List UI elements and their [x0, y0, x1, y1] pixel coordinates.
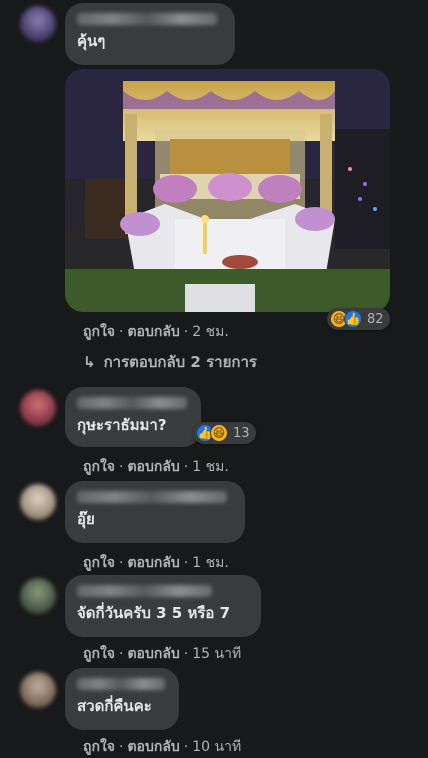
reaction-badge[interactable]: 👍 😆 13 [193, 422, 256, 444]
separator: · [183, 739, 189, 755]
comment-text: จัดกี่วันครับ 3 5 หรือ 7 [77, 604, 231, 622]
avatar[interactable] [20, 672, 56, 708]
comment-photo[interactable] [65, 69, 390, 312]
separator: · [183, 459, 189, 475]
separator: · [119, 739, 124, 755]
reply-button[interactable]: ตอบกลับ [127, 459, 179, 475]
avatar[interactable] [20, 578, 56, 614]
comment-bubble: กุษะราธัมมา? [65, 387, 201, 447]
comment-actions: ถูกใจ · ตอบกลับ · 15 นาที [83, 643, 241, 665]
commenter-name-blurred[interactable] [77, 397, 187, 409]
reply-button[interactable]: ตอบกลับ [127, 324, 179, 340]
comment-text: สวดกี่คืนคะ [77, 697, 152, 715]
separator: · [119, 555, 124, 571]
reply-button[interactable]: ตอบกลับ [127, 646, 179, 662]
comment-text: กุษะราธัมมา? [77, 416, 167, 434]
view-replies-label: การตอบกลับ 2 รายการ [103, 353, 257, 371]
like-icon: 👍 [344, 310, 362, 328]
separator: · [119, 459, 124, 475]
comment-time[interactable]: 2 ชม. [192, 324, 229, 340]
comment-actions: ถูกใจ · ตอบกลับ · 1 ชม. [83, 552, 229, 574]
comment-bubble: จัดกี่วันครับ 3 5 หรือ 7 [65, 575, 261, 637]
avatar[interactable] [20, 390, 56, 426]
reaction-count: 82 [367, 311, 384, 327]
avatar[interactable] [20, 6, 56, 42]
funeral-altar-photo [65, 69, 390, 312]
comment-time[interactable]: 10 นาที [192, 739, 241, 755]
like-button[interactable]: ถูกใจ [83, 555, 115, 571]
like-button[interactable]: ถูกใจ [83, 739, 115, 755]
comment-bubble: อุ๊ย [65, 481, 245, 543]
commenter-name-blurred[interactable] [77, 678, 165, 690]
like-button[interactable]: ถูกใจ [83, 646, 115, 662]
commenter-name-blurred[interactable] [77, 585, 212, 597]
commenter-name-blurred[interactable] [77, 13, 217, 25]
reaction-count: 13 [233, 425, 250, 441]
separator: · [183, 555, 189, 571]
like-button[interactable]: ถูกใจ [83, 324, 115, 340]
like-button[interactable]: ถูกใจ [83, 459, 115, 475]
comment-text: อุ๊ย [77, 510, 95, 528]
separator: · [183, 324, 189, 340]
avatar[interactable] [20, 484, 56, 520]
separator: · [119, 646, 124, 662]
reply-button[interactable]: ตอบกลับ [127, 555, 179, 571]
comment-text: คุ้นๆ [77, 32, 106, 50]
comment-time[interactable]: 15 นาที [192, 646, 241, 662]
separator: · [119, 324, 124, 340]
comment-time[interactable]: 1 ชม. [192, 459, 229, 475]
separator: · [183, 646, 189, 662]
comment-time[interactable]: 1 ชม. [192, 555, 229, 571]
haha-icon: 😆 [210, 424, 228, 442]
commenter-name-blurred[interactable] [77, 491, 227, 503]
comment-actions: ถูกใจ · ตอบกลับ · 2 ชม. [83, 321, 229, 343]
reply-arrow-icon: ↳ [83, 353, 96, 371]
reaction-badge[interactable]: 😆 👍 82 [327, 308, 390, 330]
comment-actions: ถูกใจ · ตอบกลับ · 1 ชม. [83, 456, 229, 478]
reply-button[interactable]: ตอบกลับ [127, 739, 179, 755]
view-replies-link[interactable]: ↳ การตอบกลับ 2 รายการ [83, 350, 257, 374]
comment-bubble: สวดกี่คืนคะ [65, 668, 179, 730]
comment-bubble: คุ้นๆ [65, 3, 235, 65]
